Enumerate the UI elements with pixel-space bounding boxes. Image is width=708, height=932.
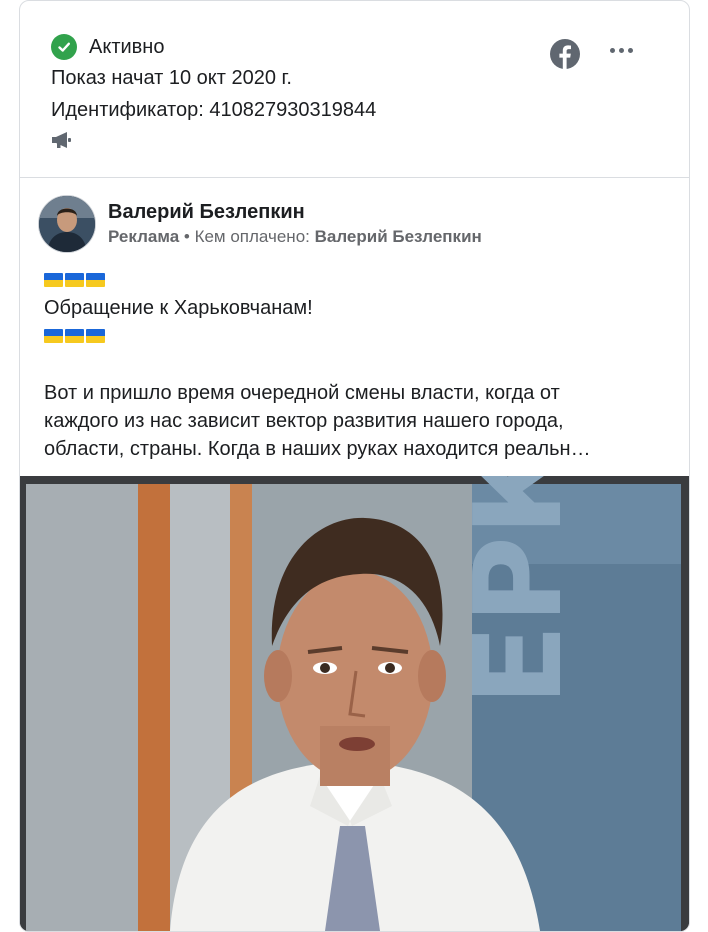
- paid-by-name[interactable]: Валерий Безлепкин: [315, 227, 482, 246]
- post-body-line[interactable]: области, страны. Когда в наших руках нах…: [44, 434, 591, 464]
- ukraine-flag-icon: [86, 329, 105, 343]
- active-check-icon: [51, 34, 77, 60]
- ukraine-flag-icon: [86, 273, 105, 287]
- post-headline: Обращение к Харьковчанам!: [44, 297, 313, 319]
- avatar[interactable]: [38, 195, 96, 253]
- ad-card: Активно Показ начат 10 окт 2020 г. Идент…: [19, 0, 690, 932]
- post-body-line: Вот и пришло время очередной смены власт…: [44, 382, 560, 404]
- dot: [628, 48, 633, 53]
- ukraine-flags-top: [44, 273, 105, 287]
- more-options-icon[interactable]: [608, 44, 635, 57]
- ad-identifier: Идентификатор: 410827930319844: [51, 99, 377, 121]
- ukraine-flag-icon: [44, 329, 63, 343]
- ad-image[interactable]: ЕРК: [20, 476, 689, 931]
- post-body-line: каждого из нас зависит вектор развития н…: [44, 410, 564, 432]
- ukraine-flag-icon: [44, 273, 63, 287]
- dot: [610, 48, 615, 53]
- ukraine-flags-bottom: [44, 329, 105, 343]
- sponsored-label: Реклама: [108, 227, 180, 246]
- facebook-icon[interactable]: [549, 38, 581, 75]
- divider: [20, 177, 689, 178]
- page-name[interactable]: Валерий Безлепкин: [108, 201, 305, 224]
- dot: [619, 48, 624, 53]
- status-label: Активно: [89, 35, 165, 58]
- ad-start-date: Показ начат 10 окт 2020 г.: [51, 67, 292, 89]
- separator: •: [179, 227, 195, 246]
- paid-by-label: Кем оплачено:: [194, 227, 315, 246]
- ukraine-flag-icon: [65, 273, 84, 287]
- sponsor-line: Реклама • Кем оплачено: Валерий Безлепки…: [108, 227, 482, 247]
- status-row: Активно: [51, 32, 164, 62]
- ukraine-flag-icon: [65, 329, 84, 343]
- megaphone-icon: [51, 131, 73, 154]
- svg-text:ЕРК: ЕРК: [450, 476, 589, 706]
